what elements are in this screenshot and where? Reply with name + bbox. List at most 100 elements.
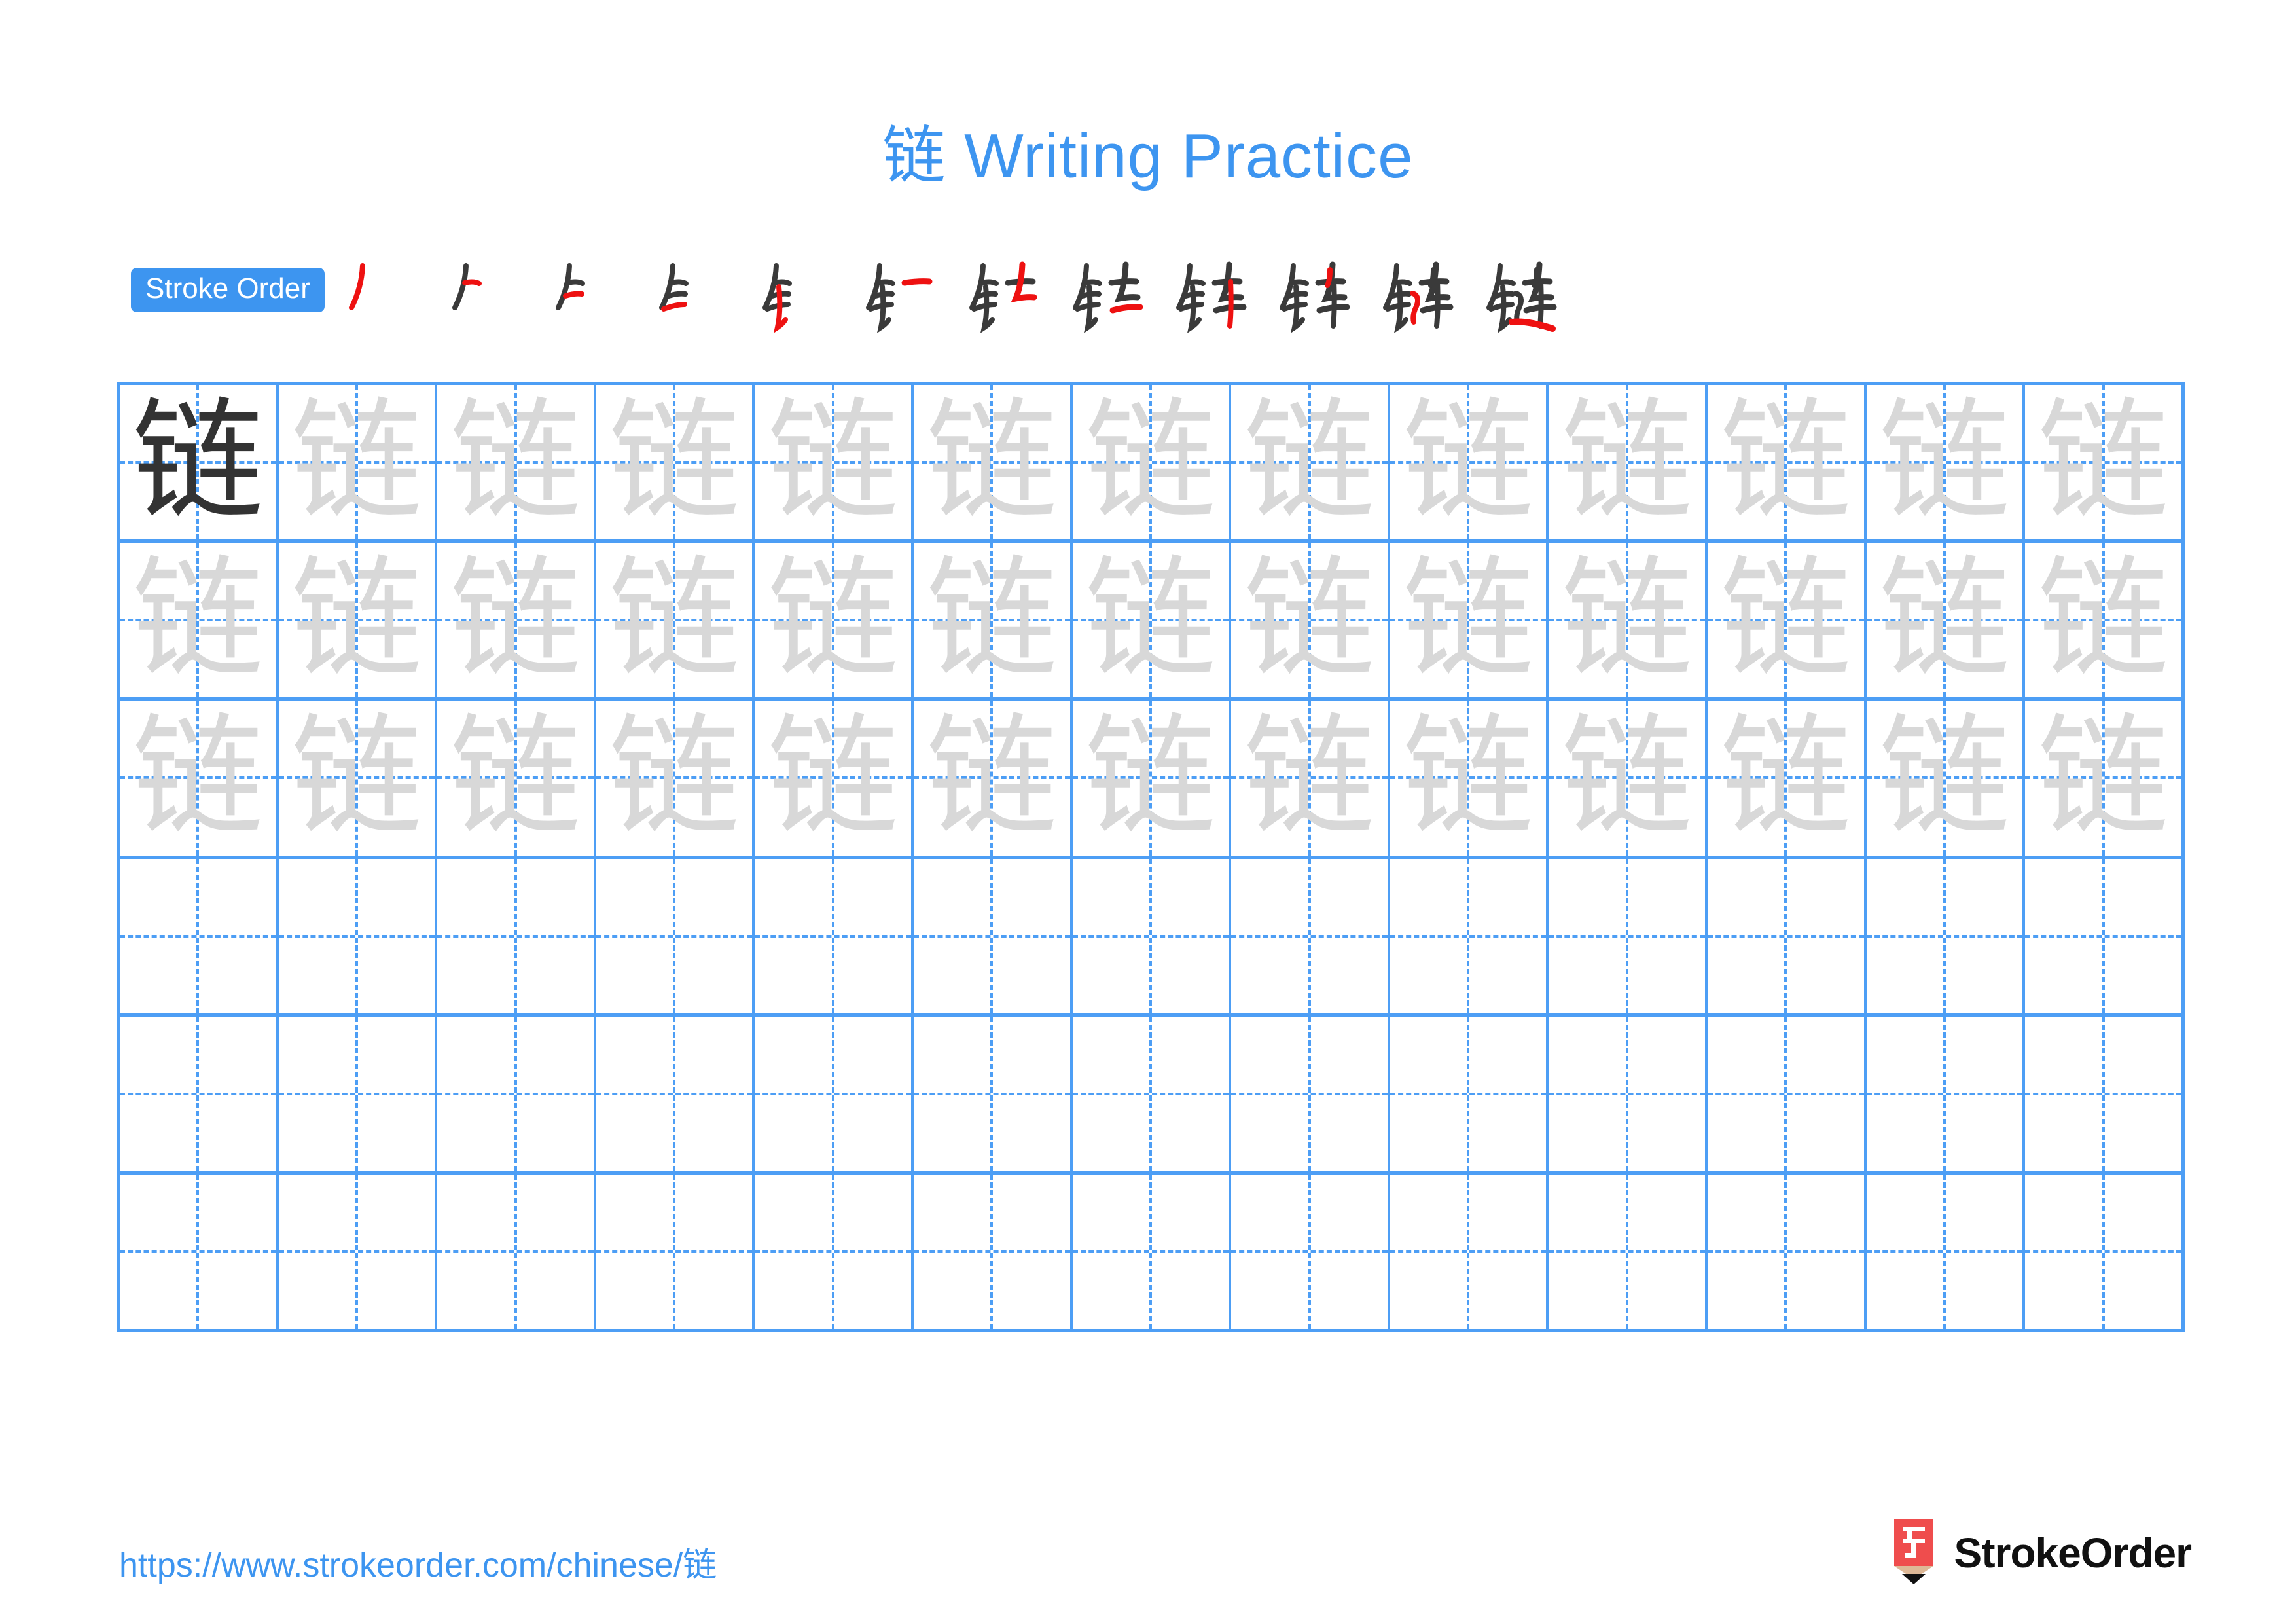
grid-cell[interactable]: 链 [1549, 701, 1708, 856]
grid-cell[interactable] [1867, 1174, 2026, 1330]
grid-cell[interactable] [2025, 859, 2181, 1013]
character-glyph: 链 [1403, 386, 1534, 539]
stroke-step-1 [334, 247, 437, 333]
grid-cell[interactable]: 链 [1231, 701, 1390, 856]
grid-cell[interactable] [1073, 858, 1232, 1013]
grid-cell[interactable] [2025, 1017, 2181, 1171]
grid-cell[interactable] [1073, 1016, 1232, 1171]
grid-cell[interactable] [755, 1174, 914, 1330]
grid-cell[interactable]: 链 [1867, 385, 2026, 540]
character-glyph: 链 [2037, 701, 2169, 854]
character-glyph: 链 [609, 386, 740, 539]
grid-cell[interactable] [596, 1016, 755, 1171]
grid-cell[interactable]: 链 [1231, 385, 1390, 540]
grid-row [120, 858, 2181, 1017]
character-glyph: 链 [1085, 543, 1216, 697]
grid-cell[interactable]: 链 [1549, 385, 1708, 540]
grid-cell[interactable]: 链 [120, 543, 279, 698]
practice-grid[interactable]: 链 链 链 链 链 链 链 链 链 链 链 链 链 链 链 链 链 链 链 链 … [117, 382, 2185, 1332]
character-glyph: 链 [1403, 701, 1534, 854]
grid-cell[interactable] [596, 1174, 755, 1330]
grid-cell[interactable] [1549, 1174, 1708, 1330]
grid-cell[interactable]: 链 [755, 543, 914, 698]
grid-cell[interactable]: 链 [2025, 385, 2181, 539]
grid-cell[interactable]: 链 [596, 385, 755, 540]
grid-cell[interactable] [1231, 1016, 1390, 1171]
grid-cell[interactable]: 链 [1867, 543, 2026, 698]
character-glyph: 链 [2037, 386, 2169, 539]
grid-cell[interactable] [279, 1016, 438, 1171]
grid-cell[interactable]: 链 [437, 385, 596, 540]
grid-cell[interactable] [1867, 1016, 2026, 1171]
grid-cell[interactable]: 链 [1708, 701, 1867, 856]
grid-cell[interactable]: 链 [437, 701, 596, 856]
grid-cell[interactable]: 链 [1390, 385, 1549, 540]
grid-cell[interactable] [755, 1016, 914, 1171]
grid-cell[interactable]: 链 [755, 701, 914, 856]
grid-cell[interactable] [1708, 1016, 1867, 1171]
grid-cell[interactable] [1390, 858, 1549, 1013]
grid-cell[interactable] [596, 858, 755, 1013]
grid-cell[interactable] [437, 1174, 596, 1330]
grid-cell[interactable] [1231, 858, 1390, 1013]
grid-cell[interactable]: 链 [2025, 543, 2181, 697]
grid-cell[interactable]: 链 [914, 543, 1073, 698]
grid-cell[interactable]: 链 [279, 701, 438, 856]
grid-cell[interactable] [1549, 858, 1708, 1013]
grid-cell[interactable]: 链 [596, 543, 755, 698]
grid-cell[interactable] [1708, 1174, 1867, 1330]
grid-cell[interactable] [1708, 858, 1867, 1013]
grid-cell[interactable]: 链 [914, 385, 1073, 540]
character-glyph: 链 [450, 386, 581, 539]
character-glyph: 链 [1244, 386, 1375, 539]
grid-cell[interactable]: 链 [279, 385, 438, 540]
grid-cell[interactable] [279, 1174, 438, 1330]
character-glyph: 链 [1879, 701, 2011, 854]
grid-cell[interactable]: 链 [1390, 701, 1549, 856]
grid-cell[interactable] [1231, 1174, 1390, 1330]
grid-cell[interactable] [1867, 858, 2026, 1013]
stroke-step-5 [747, 247, 851, 333]
footer-url[interactable]: https://www.strokeorder.com/chinese/链 [119, 1537, 717, 1586]
grid-cell[interactable] [279, 858, 438, 1013]
grid-cell[interactable]: 链 [437, 543, 596, 698]
grid-cell[interactable] [120, 858, 279, 1013]
grid-cell[interactable]: 链 [279, 543, 438, 698]
grid-cell[interactable]: 链 [1549, 543, 1708, 698]
grid-cell[interactable] [914, 858, 1073, 1013]
grid-cell[interactable] [120, 1016, 279, 1171]
grid-cell[interactable] [2025, 1175, 2181, 1329]
grid-cell[interactable] [755, 858, 914, 1013]
grid-cell[interactable] [1390, 1174, 1549, 1330]
grid-cell[interactable] [914, 1016, 1073, 1171]
grid-cell[interactable] [1390, 1016, 1549, 1171]
grid-cell[interactable]: 链 [120, 701, 279, 856]
grid-cell[interactable]: 链 [1708, 543, 1867, 698]
grid-cell[interactable] [1073, 1174, 1232, 1330]
grid-cell[interactable] [1549, 1016, 1708, 1171]
grid-cell[interactable]: 链 [1867, 701, 2026, 856]
grid-cell[interactable] [437, 858, 596, 1013]
grid-cell[interactable]: 链 [1708, 385, 1867, 540]
grid-cell[interactable]: 链 [1073, 543, 1232, 698]
grid-cell[interactable]: 链 [755, 385, 914, 540]
stroke-step-6 [851, 247, 954, 333]
grid-cell[interactable] [914, 1174, 1073, 1330]
character-glyph: 链 [1085, 386, 1216, 539]
grid-cell[interactable]: 链 [1073, 385, 1232, 540]
grid-cell[interactable]: 链 [1073, 701, 1232, 856]
grid-row: 链 链 链 链 链 链 链 链 链 链 链 链 链 [120, 701, 2181, 859]
grid-cell[interactable] [120, 1174, 279, 1330]
grid-cell[interactable]: 链 [120, 385, 279, 540]
stroke-step-12 [1471, 247, 1575, 333]
character-glyph: 链 [132, 386, 264, 539]
grid-cell[interactable] [437, 1016, 596, 1171]
grid-cell[interactable]: 链 [1231, 543, 1390, 698]
brand-logo[interactable]: StrokeOrder [1892, 1519, 2192, 1587]
character-glyph: 链 [450, 543, 581, 697]
grid-cell[interactable]: 链 [2025, 701, 2181, 855]
grid-cell[interactable]: 链 [596, 701, 755, 856]
stroke-order-badge: Stroke Order [131, 268, 325, 312]
grid-cell[interactable]: 链 [914, 701, 1073, 856]
grid-cell[interactable]: 链 [1390, 543, 1549, 698]
